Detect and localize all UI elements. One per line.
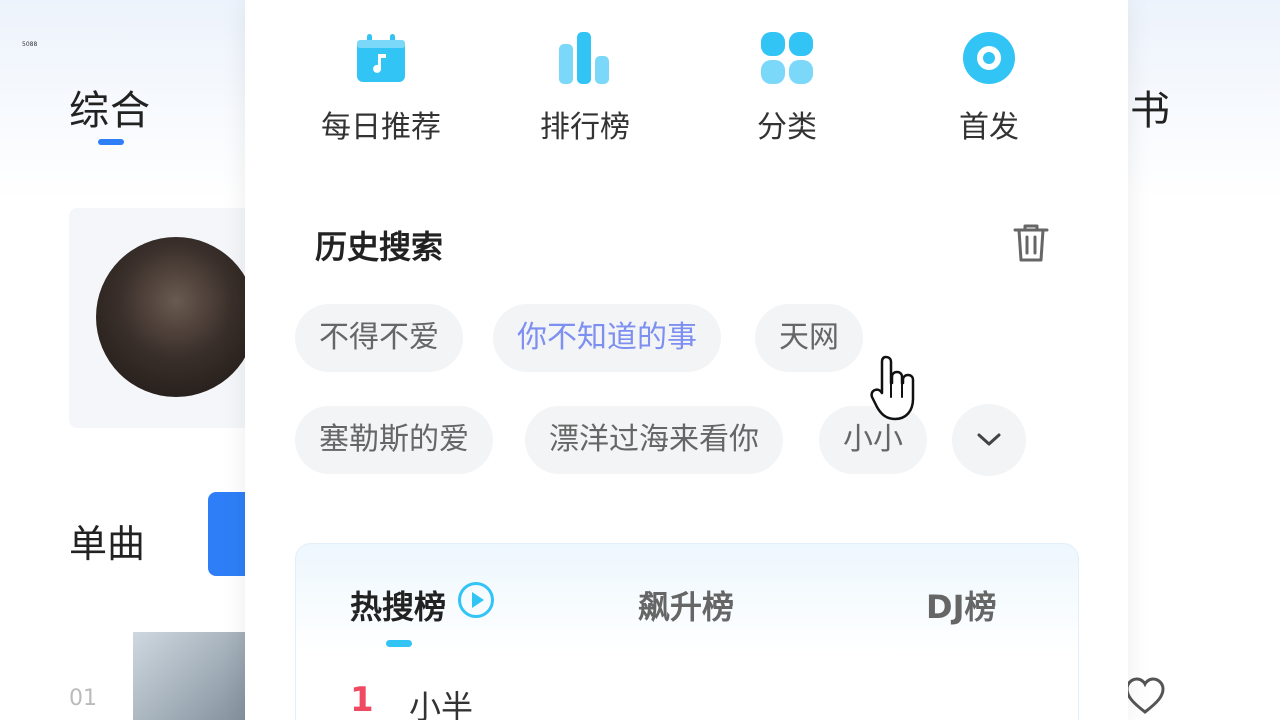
bar-chart-icon xyxy=(559,32,609,84)
quick-link-label: 分类 xyxy=(757,110,817,145)
quick-link-label: 排行榜 xyxy=(540,110,630,145)
rank-number: 1 xyxy=(350,680,374,720)
search-dropdown-panel: 每日推荐 排行榜 分类 首发 历史搜索 不得不爱 你不知道的事 天网 塞勒斯的爱… xyxy=(245,0,1128,720)
song-thumbnail[interactable] xyxy=(133,632,253,720)
calendar-music-icon xyxy=(357,34,405,82)
disc-icon xyxy=(963,32,1015,84)
history-chip[interactable]: 小小 xyxy=(819,406,927,474)
tab-audiobook[interactable]: 书 xyxy=(1130,78,1170,136)
history-chip[interactable]: 不得不爱 xyxy=(295,304,463,372)
corner-label: 5088 xyxy=(22,41,38,48)
quick-link-daily[interactable]: 每日推荐 xyxy=(311,30,451,146)
tab-dj[interactable]: DJ榜 xyxy=(926,582,996,628)
expand-history-button[interactable] xyxy=(952,404,1026,476)
play-circle-icon[interactable] xyxy=(457,581,495,619)
artist-avatar[interactable] xyxy=(96,237,256,397)
active-tab-underline xyxy=(386,640,412,647)
history-chip[interactable]: 天网 xyxy=(755,304,863,372)
history-chip[interactable]: 漂洋过海来看你 xyxy=(525,406,783,474)
history-search-title: 历史搜索 xyxy=(315,228,444,266)
grid-icon xyxy=(761,32,813,84)
heart-icon[interactable] xyxy=(1124,676,1166,716)
quick-link-charts[interactable]: 排行榜 xyxy=(515,30,655,146)
tab-underline xyxy=(98,139,124,145)
quick-link-categories[interactable]: 分类 xyxy=(717,30,857,146)
rank-song-title[interactable]: 小半 xyxy=(409,682,473,720)
tab-rising[interactable]: 飙升榜 xyxy=(638,582,734,628)
quick-link-label: 首发 xyxy=(959,110,1019,145)
history-chip[interactable]: 你不知道的事 xyxy=(493,304,721,372)
quick-link-label: 每日推荐 xyxy=(321,110,441,145)
charts-card: 热搜榜 飙升榜 DJ榜 1 小半 xyxy=(295,543,1079,720)
tab-comprehensive[interactable]: 综合 xyxy=(69,78,151,136)
quick-link-new-releases[interactable]: 首发 xyxy=(919,30,1059,146)
history-chip[interactable]: 塞勒斯的爱 xyxy=(295,406,493,474)
row-number: 01 xyxy=(69,686,97,711)
section-singles-label: 单曲 xyxy=(69,522,146,566)
trash-icon[interactable] xyxy=(1011,222,1051,264)
tab-hot-search[interactable]: 热搜榜 xyxy=(350,582,446,628)
chevron-down-icon xyxy=(977,433,1001,446)
